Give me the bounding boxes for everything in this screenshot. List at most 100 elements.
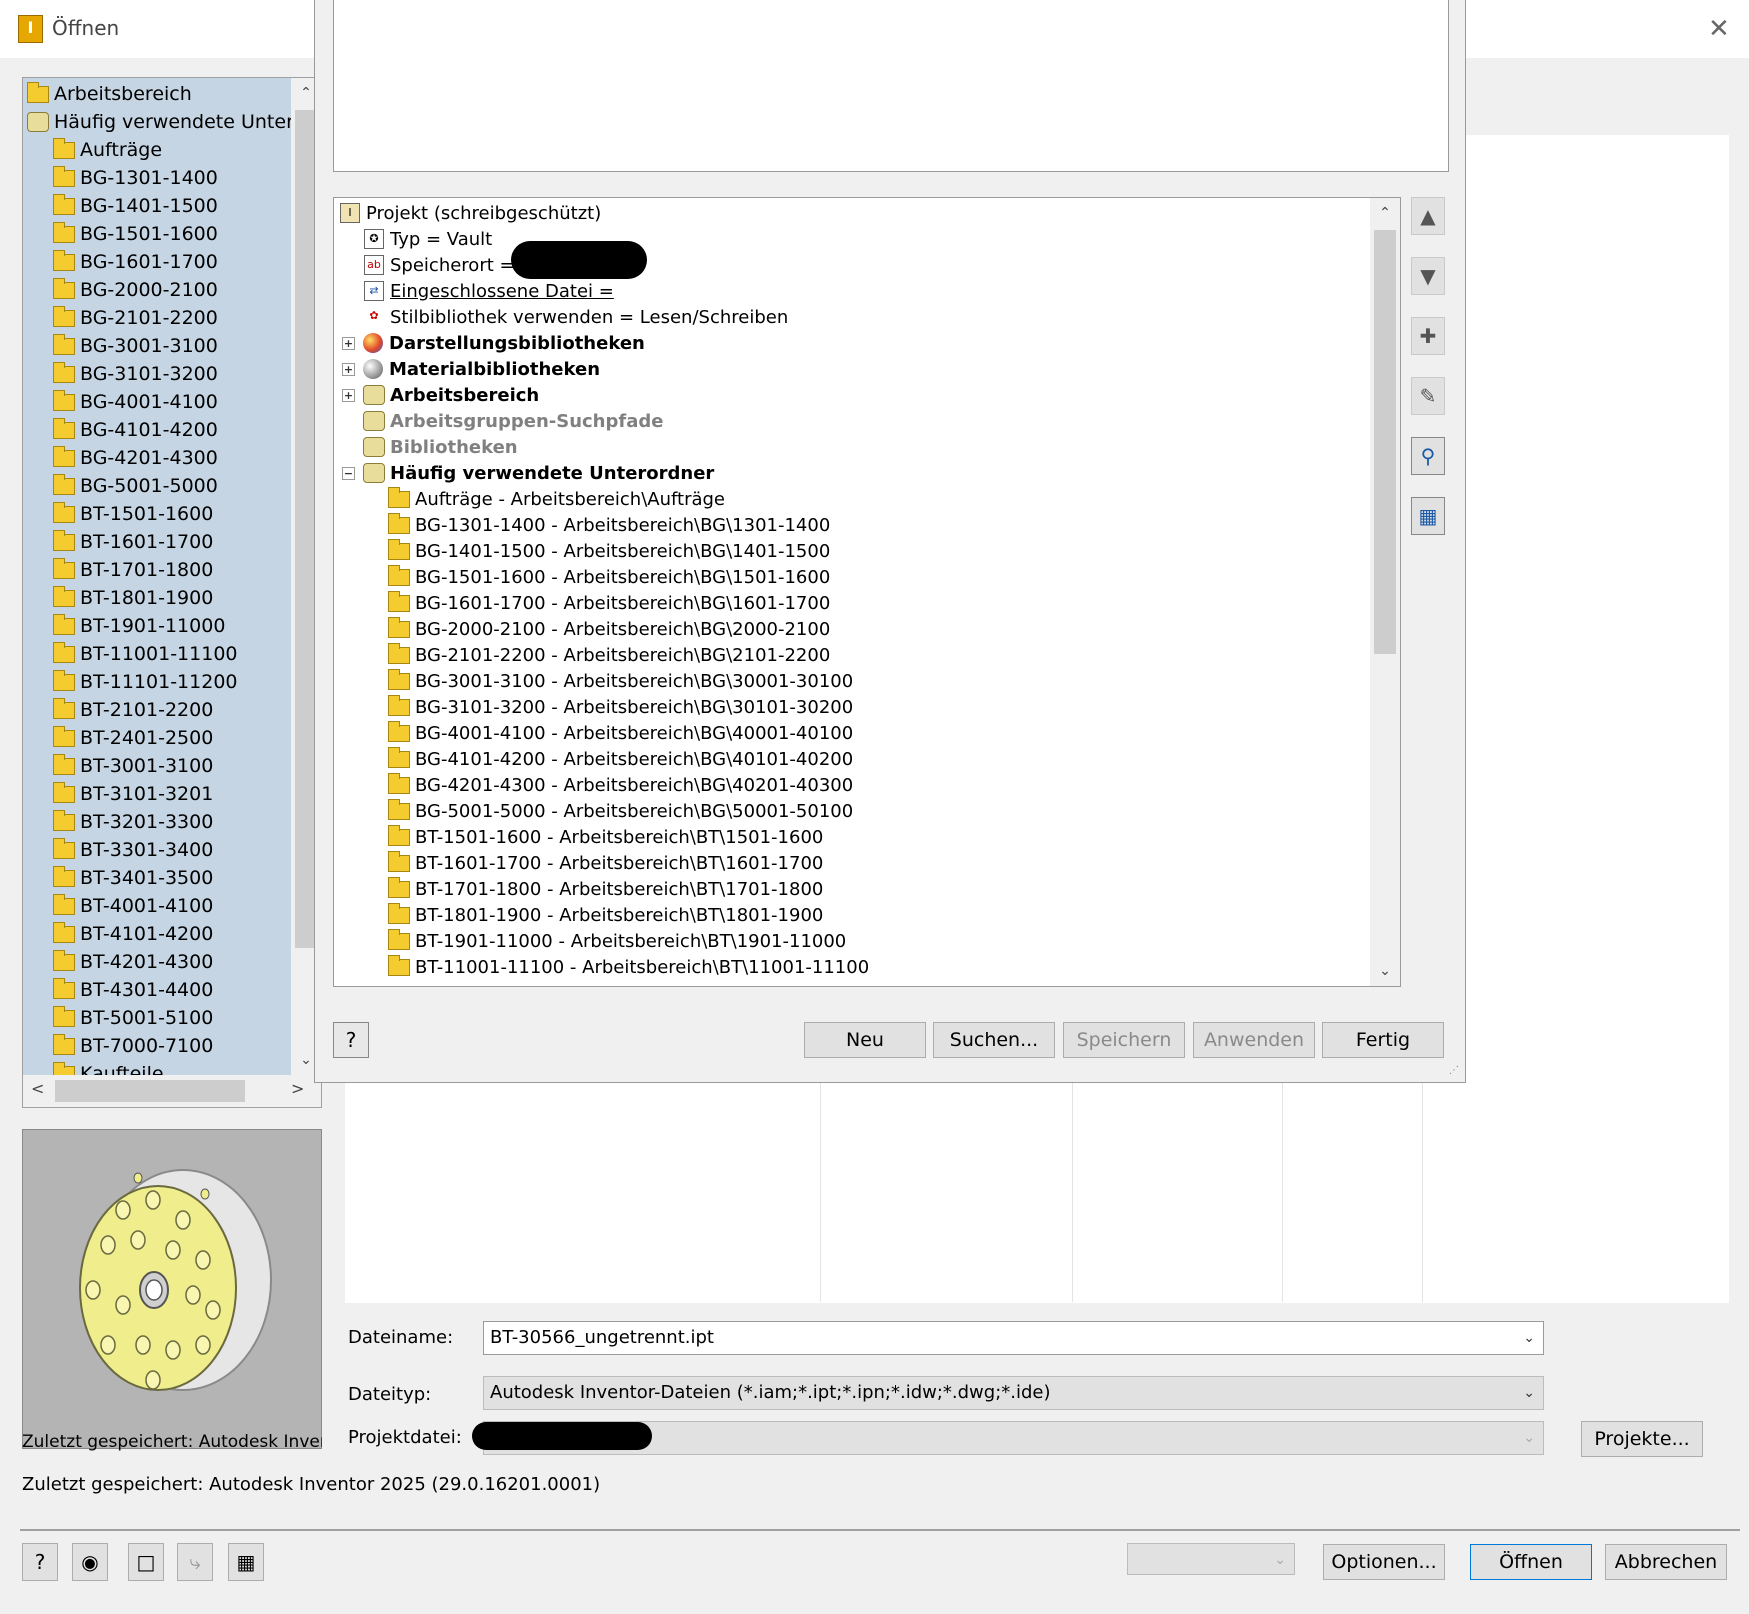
close-icon[interactable]: ✕: [1708, 14, 1730, 44]
options-button[interactable]: Optionen...: [1323, 1544, 1445, 1580]
folder-item[interactable]: BT-3401-3500: [23, 864, 291, 892]
folder-item[interactable]: Aufträge: [23, 136, 291, 164]
folder-item[interactable]: BT-3301-3400: [23, 836, 291, 864]
project-group[interactable]: + Darstellungsbibliotheken: [334, 330, 1370, 356]
scroll-down-icon[interactable]: ⌄: [1370, 956, 1400, 986]
search-project-button[interactable]: Suchen...: [933, 1022, 1055, 1058]
project-property[interactable]: ✪ Typ = Vault: [334, 226, 1370, 252]
tree-vertical-scrollbar[interactable]: ⌃ ⌄: [1370, 198, 1400, 986]
project-group[interactable]: − Häufig verwendete Unterordner: [334, 460, 1370, 486]
expand-icon[interactable]: +: [342, 388, 355, 402]
cancel-button[interactable]: Abbrechen: [1605, 1544, 1727, 1580]
subfolder-entry[interactable]: BG-1601-1700 - Arbeitsbereich\BG\1601-17…: [334, 590, 1370, 616]
folder-item[interactable]: BT-1901-11000: [23, 612, 291, 640]
move-down-button[interactable]: ▼: [1411, 257, 1445, 295]
find-button[interactable]: ◉: [72, 1543, 108, 1581]
scroll-right-icon[interactable]: >: [291, 1079, 304, 1098]
folder-item[interactable]: BT-1501-1600: [23, 500, 291, 528]
subfolder-entry[interactable]: BG-2101-2200 - Arbeitsbereich\BG\2101-22…: [334, 642, 1370, 668]
subfolder-entry[interactable]: BG-2000-2100 - Arbeitsbereich\BG\2000-21…: [334, 616, 1370, 642]
subfolder-entry[interactable]: BG-3001-3100 - Arbeitsbereich\BG\30001-3…: [334, 668, 1370, 694]
folder-item[interactable]: BT-2101-2200: [23, 696, 291, 724]
folder-item[interactable]: BT-4301-4400: [23, 976, 291, 1004]
filetype-select[interactable]: Autodesk Inventor-Dateien (*.iam;*.ipt;*…: [483, 1376, 1544, 1410]
collapse-icon[interactable]: −: [342, 466, 355, 480]
edit-path-button[interactable]: ✎: [1411, 377, 1445, 415]
project-group[interactable]: + Materialbibliotheken: [334, 356, 1370, 382]
folder-item[interactable]: BG-1601-1700: [23, 248, 291, 276]
subfolder-entry[interactable]: BG-5001-5000 - Arbeitsbereich\BG\50001-5…: [334, 798, 1370, 824]
folder-item[interactable]: BG-2000-2100: [23, 276, 291, 304]
scroll-left-icon[interactable]: <: [31, 1079, 44, 1098]
folder-item[interactable]: BT-11001-11100: [23, 640, 291, 668]
folder-item[interactable]: Kaufteile: [23, 1060, 291, 1075]
filename-input[interactable]: BT-30566_ungetrennt.ipt ⌄: [483, 1321, 1544, 1355]
chevron-down-icon[interactable]: ⌄: [1523, 1377, 1535, 1409]
folder-item[interactable]: BG-4001-4100: [23, 388, 291, 416]
subfolder-entry[interactable]: BT-1901-11000 - Arbeitsbereich\BT\1901-1…: [334, 928, 1370, 954]
folder-item[interactable]: BG-3001-3100: [23, 332, 291, 360]
folder-item[interactable]: BG-1301-1400: [23, 164, 291, 192]
project-group[interactable]: + Arbeitsbereich: [334, 382, 1370, 408]
folder-item[interactable]: BT-5001-5100: [23, 1004, 291, 1032]
tree-scroll-thumb[interactable]: [1374, 230, 1396, 654]
folder-item[interactable]: BG-1401-1500: [23, 192, 291, 220]
resize-grip-icon[interactable]: ⋰: [1449, 1065, 1459, 1076]
expand-icon[interactable]: +: [342, 362, 355, 376]
project-group[interactable]: Bibliotheken: [334, 434, 1370, 460]
scroll-up-icon[interactable]: ⌃: [1370, 198, 1400, 228]
add-path-button[interactable]: ✚: [1411, 317, 1445, 355]
project-property[interactable]: ⇄ Eingeschlossene Datei =: [334, 278, 1370, 304]
expand-icon[interactable]: +: [342, 336, 355, 350]
folder-item[interactable]: BG-2101-2200: [23, 304, 291, 332]
project-list-pane[interactable]: [333, 0, 1449, 172]
folder-item[interactable]: BG-1501-1600: [23, 220, 291, 248]
folder-item[interactable]: BT-1601-1700: [23, 528, 291, 556]
horizontal-scroll-thumb[interactable]: [55, 1080, 245, 1102]
folder-item[interactable]: BG-5001-5000: [23, 472, 291, 500]
folder-item[interactable]: Häufig verwendete Unterordner: [23, 108, 291, 136]
subfolder-entry[interactable]: BG-4201-4300 - Arbeitsbereich\BG\40201-4…: [334, 772, 1370, 798]
folder-item[interactable]: BG-4201-4300: [23, 444, 291, 472]
subfolder-entry[interactable]: BG-4101-4200 - Arbeitsbereich\BG\40101-4…: [334, 746, 1370, 772]
project-root[interactable]: I Projekt (schreibgeschützt): [334, 200, 1370, 226]
subfolder-entry[interactable]: BT-1801-1900 - Arbeitsbereich\BT\1801-19…: [334, 902, 1370, 928]
folder-item[interactable]: BT-4001-4100: [23, 892, 291, 920]
project-group[interactable]: Arbeitsgruppen-Suchpfade: [334, 408, 1370, 434]
subfolder-entry[interactable]: BG-4001-4100 - Arbeitsbereich\BG\40001-4…: [334, 720, 1370, 746]
subfolder-entry[interactable]: BT-1601-1700 - Arbeitsbereich\BT\1601-17…: [334, 850, 1370, 876]
chevron-down-icon[interactable]: ⌄: [1523, 1322, 1535, 1354]
disabled-tool-button[interactable]: ⤷: [177, 1543, 213, 1581]
subfolder-entry[interactable]: BT-11001-11100 - Arbeitsbereich\BT\11001…: [334, 954, 1370, 980]
folder-item[interactable]: BT-3201-3300: [23, 808, 291, 836]
folder-item[interactable]: BT-4101-4200: [23, 920, 291, 948]
folder-item[interactable]: Arbeitsbereich: [23, 80, 291, 108]
project-property[interactable]: ✿ Stilbibliothek verwenden = Lesen/Schrei…: [334, 304, 1370, 330]
folder-item[interactable]: BT-4201-4300: [23, 948, 291, 976]
folder-item[interactable]: BG-4101-4200: [23, 416, 291, 444]
file-info-button[interactable]: ▦: [228, 1543, 264, 1581]
subfolder-entry[interactable]: BG-1401-1500 - Arbeitsbereich\BG\1401-15…: [334, 538, 1370, 564]
open-button[interactable]: Öffnen: [1470, 1544, 1592, 1580]
new-document-button[interactable]: □: [128, 1543, 164, 1581]
projects-button[interactable]: Projekte...: [1581, 1421, 1703, 1457]
help-button[interactable]: ?: [22, 1543, 58, 1581]
chevron-down-icon[interactable]: ⌄: [1274, 1544, 1286, 1574]
folder-item[interactable]: BT-11101-11200: [23, 668, 291, 696]
folder-horizontal-scrollbar[interactable]: < >: [23, 1075, 321, 1107]
subfolder-entry[interactable]: BG-1301-1400 - Arbeitsbereich\BG\1301-14…: [334, 512, 1370, 538]
find-path-button[interactable]: ⚲: [1411, 437, 1445, 475]
subfolder-entry[interactable]: BG-1501-1600 - Arbeitsbereich\BG\1501-16…: [334, 564, 1370, 590]
folder-item[interactable]: BT-3001-3100: [23, 752, 291, 780]
folder-item[interactable]: BG-3101-3200: [23, 360, 291, 388]
folder-item[interactable]: BT-1801-1900: [23, 584, 291, 612]
edit-settings-button[interactable]: ▦: [1411, 497, 1445, 535]
subfolder-entry[interactable]: BG-3101-3200 - Arbeitsbereich\BG\30101-3…: [334, 694, 1370, 720]
done-button[interactable]: Fertig: [1322, 1022, 1444, 1058]
move-up-button[interactable]: ▲: [1411, 197, 1445, 235]
folder-item[interactable]: BT-3101-3201: [23, 780, 291, 808]
save-project-button[interactable]: Speichern: [1063, 1022, 1185, 1058]
subfolder-entry[interactable]: BT-1701-1800 - Arbeitsbereich\BT\1701-18…: [334, 876, 1370, 902]
folder-item[interactable]: BT-1701-1800: [23, 556, 291, 584]
apply-project-button[interactable]: Anwenden: [1193, 1022, 1315, 1058]
